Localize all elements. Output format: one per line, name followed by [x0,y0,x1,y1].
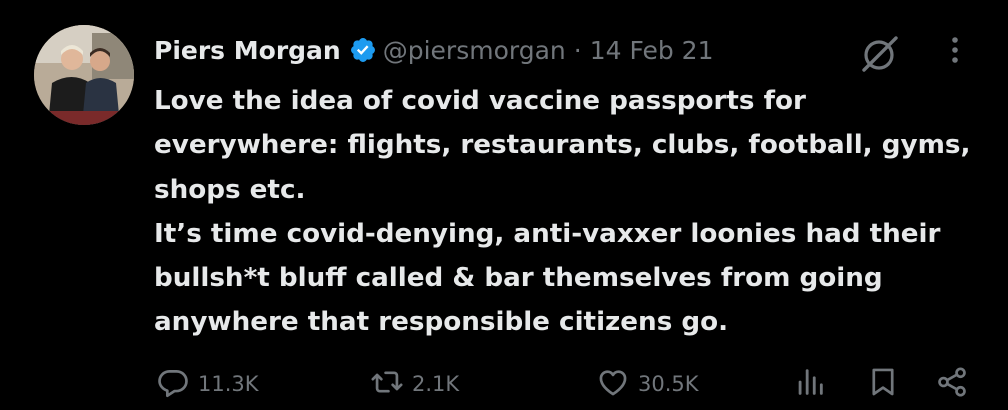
like-button[interactable]: 30.5K [596,362,699,406]
bookmark-button[interactable] [866,362,900,406]
heart-icon [596,365,630,404]
avatar[interactable] [34,25,134,125]
like-count: 30.5K [638,372,699,396]
retweet-icon [370,365,404,404]
share-icon [935,365,969,404]
retweet-button[interactable]: 2.1K [370,362,459,406]
verified-badge-icon [349,36,377,64]
tweet-card[interactable]: Piers Morgan @piersmorgan · 14 Feb 21 Lo… [0,0,1008,409]
bookmark-icon [866,365,900,404]
tweet-header: Piers Morgan @piersmorgan · 14 Feb 21 [154,30,713,70]
author-handle[interactable]: @piersmorgan [383,36,566,65]
tweet-date[interactable]: 14 Feb 21 [590,36,714,65]
reply-bubble-icon [156,365,190,404]
views-bars-icon [793,365,827,404]
reply-count: 11.3K [198,372,259,396]
tweet-text: Love the idea of covid vaccine passports… [154,86,971,338]
tweet-actions: 11.3K 2.1K 30.5K [0,362,1008,410]
views-button[interactable] [793,362,827,406]
header-separator: · [573,35,582,65]
reply-button[interactable]: 11.3K [156,362,259,406]
avatar-photo [34,25,134,125]
more-dots-icon[interactable] [940,32,970,72]
retweet-count: 2.1K [412,372,460,396]
share-button[interactable] [935,362,969,406]
author-name[interactable]: Piers Morgan [154,36,341,65]
grok-icon[interactable] [858,32,902,76]
